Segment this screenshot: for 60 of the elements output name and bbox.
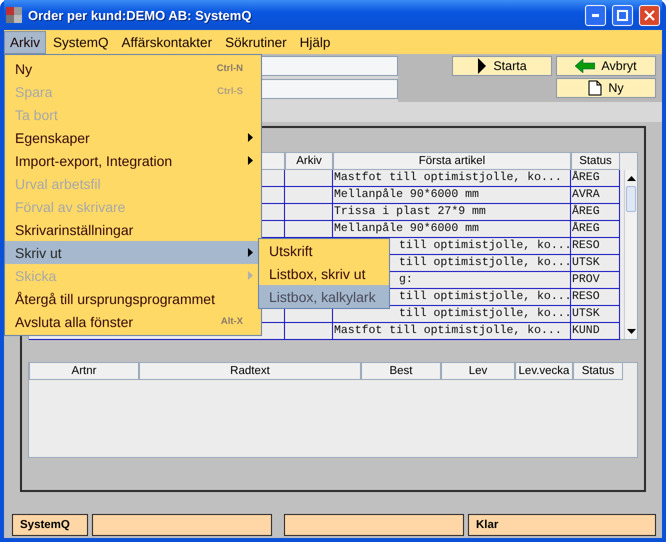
column-header[interactable]: Best <box>361 363 441 380</box>
table-cell: ÅREG <box>571 170 620 187</box>
column-header[interactable]: Status <box>573 363 623 380</box>
toolbar-button[interactable]: Ny <box>556 78 656 98</box>
table-cell: UTSK <box>571 255 620 272</box>
column-header[interactable]: Arkiv <box>285 153 333 170</box>
toolbar-button[interactable]: Starta <box>452 56 552 76</box>
table-cell: UTSK <box>571 306 620 323</box>
play-icon <box>477 58 488 74</box>
menu-item[interactable]: Avsluta alla fönster Alt-X <box>5 310 261 333</box>
toolbar-button[interactable]: Avbryt <box>556 56 656 76</box>
shortcut-label: Ctrl-S <box>217 86 243 97</box>
scroll-thumb[interactable] <box>626 186 636 212</box>
close-icon <box>644 10 655 20</box>
column-header[interactable]: Lev <box>441 363 515 380</box>
table-cell: Mastfot till optimistjolle, ko... <box>333 170 571 187</box>
minimize-button[interactable] <box>585 4 606 26</box>
table-cell <box>285 323 333 340</box>
menu-item[interactable]: Egenskaper <box>5 126 261 149</box>
table-cell: ÅREG <box>571 204 620 221</box>
menu-item[interactable]: Arkiv <box>4 30 46 54</box>
menu-item[interactable]: Skrivarinställningar <box>5 218 261 241</box>
table-cell: PROV <box>571 272 620 289</box>
app-icon <box>6 7 22 23</box>
menu-item[interactable]: Återgå till ursprungsprogrammet <box>5 287 261 310</box>
status-cell: Klar <box>468 514 656 536</box>
window-title: Order per kund:DEMO AB: SystemQ <box>28 8 252 22</box>
shortcut-label: Ctrl-N <box>216 63 243 74</box>
menu-item[interactable]: Sökrutiner <box>219 30 293 54</box>
arrow-left-icon <box>575 59 596 73</box>
column-header[interactable]: Lev.vecka <box>515 363 573 380</box>
scroll-down-icon[interactable] <box>626 328 636 334</box>
column-header[interactable]: Första artikel <box>333 153 571 170</box>
scroll-up-icon[interactable] <box>626 176 636 180</box>
status-cell: SystemQ <box>12 514 88 536</box>
column-header[interactable]: Status <box>571 153 620 170</box>
column-header[interactable]: Radtext <box>139 363 361 380</box>
minimize-icon <box>592 14 599 16</box>
table-cell: KUND <box>571 323 620 340</box>
close-button[interactable] <box>639 4 660 26</box>
maximize-button[interactable] <box>612 4 633 26</box>
maximize-icon <box>617 10 628 20</box>
shortcut-label: Alt-X <box>220 316 243 327</box>
table-cell: ÅREG <box>571 221 620 238</box>
document-icon <box>588 80 602 96</box>
menu-item[interactable]: Affärskontakter <box>116 30 218 54</box>
menu-item[interactable]: Skriv ut <box>5 241 261 264</box>
column-header[interactable]: Artnr <box>29 363 139 380</box>
table-cell: Trissa i plast 27*9 mm <box>333 204 571 221</box>
menu-item[interactable]: Ny Ctrl-N <box>5 57 261 80</box>
table-cell: RESO <box>571 289 620 306</box>
table-cell: AVRA <box>571 187 620 204</box>
table-cell: RESO <box>571 238 620 255</box>
menu-item[interactable]: Import-export, Integration <box>5 149 261 172</box>
menu-item[interactable]: Listbox, kalkylark <box>259 285 389 308</box>
menu-item[interactable]: Hjälp <box>294 30 336 54</box>
table-cell: Mellanpåle 90*6000 mm <box>333 187 571 204</box>
menu-item[interactable]: SystemQ <box>47 30 115 54</box>
table-cell: Mastfot till optimistjolle, ko... <box>333 323 571 340</box>
scrollbar[interactable] <box>624 170 637 339</box>
